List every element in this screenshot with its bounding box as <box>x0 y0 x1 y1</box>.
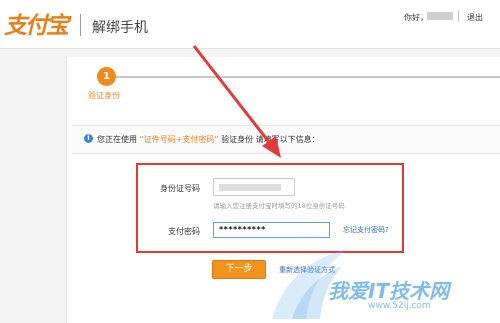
watermark-text: 我爱IT技术网 <box>328 279 450 303</box>
watermark-url: www.52ij.com <box>368 301 431 311</box>
